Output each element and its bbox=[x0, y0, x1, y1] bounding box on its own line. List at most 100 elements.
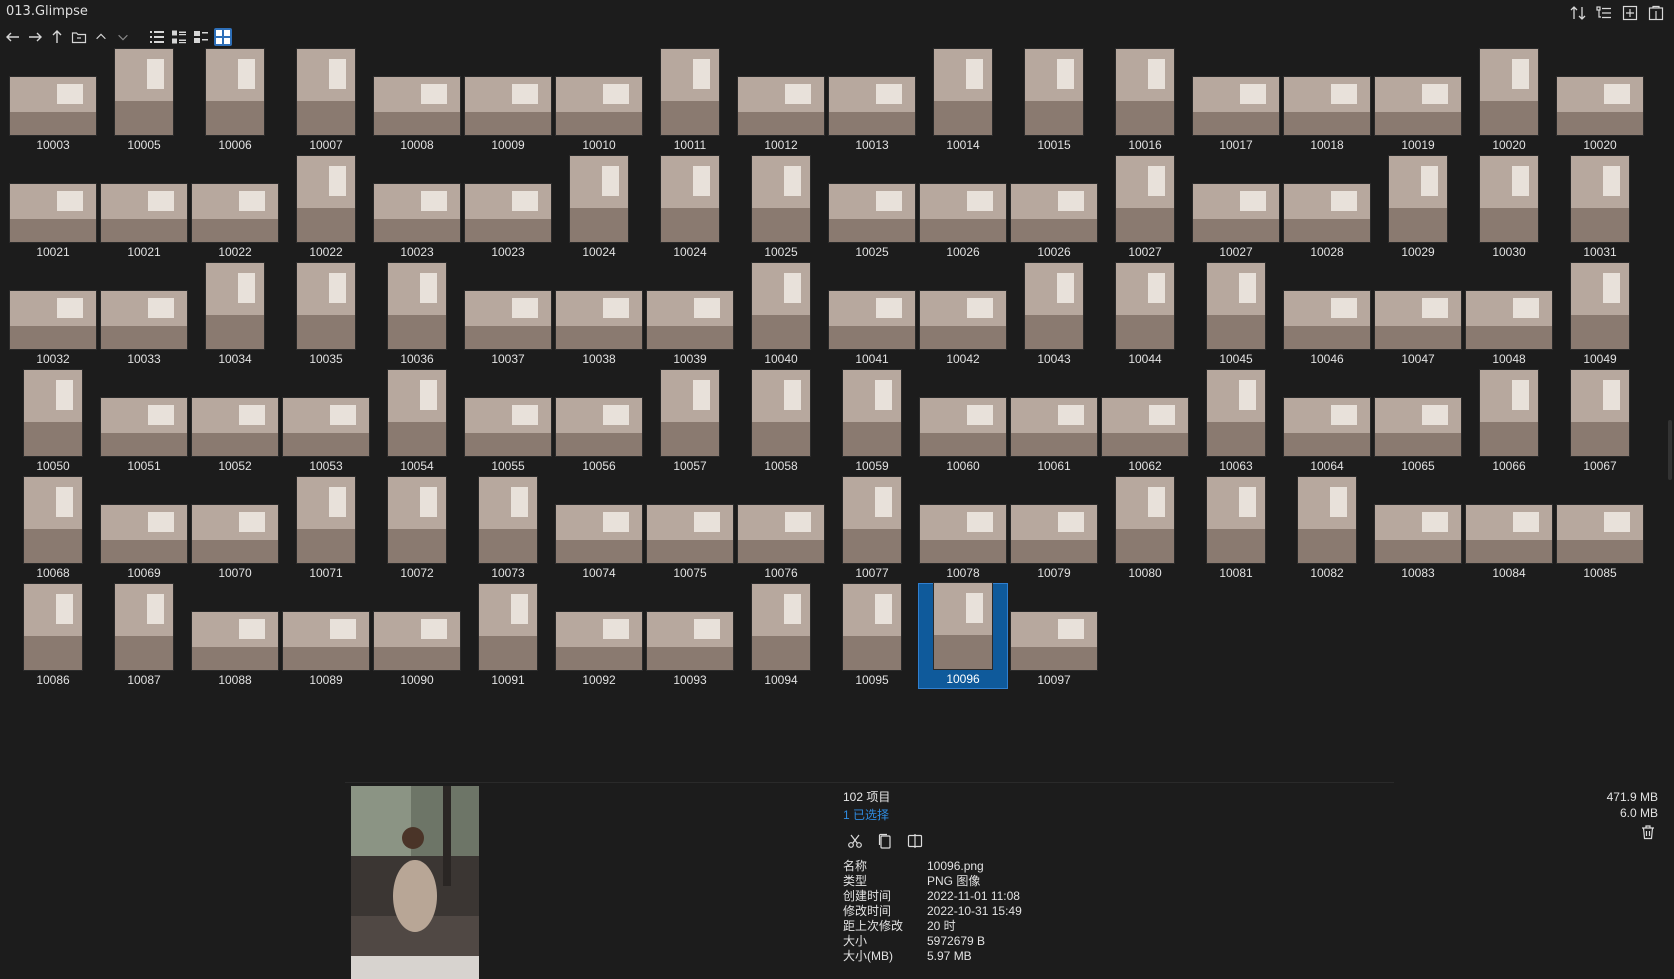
chevron-up-icon[interactable] bbox=[92, 28, 110, 46]
file-thumbnail[interactable]: 10020 bbox=[1464, 48, 1554, 154]
file-thumbnail[interactable]: 10080 bbox=[1100, 476, 1190, 582]
file-thumbnail[interactable]: 10077 bbox=[827, 476, 917, 582]
file-thumbnail[interactable]: 10010 bbox=[554, 48, 644, 154]
panel-icon[interactable] bbox=[1648, 5, 1664, 21]
file-thumbnail[interactable]: 10024 bbox=[645, 155, 735, 261]
file-thumbnail[interactable]: 10096 bbox=[918, 582, 1008, 689]
file-thumbnail[interactable]: 10021 bbox=[99, 155, 189, 261]
file-thumbnail[interactable]: 10088 bbox=[190, 583, 280, 689]
copy-icon[interactable] bbox=[877, 833, 893, 849]
compare-icon[interactable] bbox=[907, 833, 923, 849]
file-thumbnail[interactable]: 10034 bbox=[190, 262, 280, 368]
file-thumbnail[interactable]: 10012 bbox=[736, 48, 826, 154]
file-thumbnail[interactable]: 10074 bbox=[554, 476, 644, 582]
file-thumbnail[interactable]: 10097 bbox=[1009, 583, 1099, 689]
file-thumbnail[interactable]: 10081 bbox=[1191, 476, 1281, 582]
file-thumbnail[interactable]: 10005 bbox=[99, 48, 189, 154]
file-thumbnail[interactable]: 10059 bbox=[827, 369, 917, 475]
file-thumbnail[interactable]: 10037 bbox=[463, 262, 553, 368]
file-thumbnail[interactable]: 10045 bbox=[1191, 262, 1281, 368]
file-thumbnail[interactable]: 10073 bbox=[463, 476, 553, 582]
file-thumbnail[interactable]: 10092 bbox=[554, 583, 644, 689]
file-thumbnail[interactable]: 10066 bbox=[1464, 369, 1554, 475]
file-thumbnail[interactable]: 10025 bbox=[827, 155, 917, 261]
file-thumbnail[interactable]: 10009 bbox=[463, 48, 553, 154]
scrollbar[interactable] bbox=[1668, 420, 1672, 480]
chevron-down-icon[interactable] bbox=[114, 28, 132, 46]
tree-icon[interactable] bbox=[1596, 5, 1612, 21]
file-thumbnail[interactable]: 10016 bbox=[1100, 48, 1190, 154]
file-thumbnail[interactable]: 10055 bbox=[463, 369, 553, 475]
file-thumbnail[interactable]: 10051 bbox=[99, 369, 189, 475]
file-thumbnail[interactable]: 10011 bbox=[645, 48, 735, 154]
file-thumbnail[interactable]: 10025 bbox=[736, 155, 826, 261]
file-thumbnail[interactable]: 10070 bbox=[190, 476, 280, 582]
file-thumbnail[interactable]: 10032 bbox=[8, 262, 98, 368]
file-thumbnail[interactable]: 10026 bbox=[1009, 155, 1099, 261]
file-thumbnail[interactable]: 10036 bbox=[372, 262, 462, 368]
file-thumbnail[interactable]: 10038 bbox=[554, 262, 644, 368]
file-thumbnail[interactable]: 10048 bbox=[1464, 262, 1554, 368]
file-thumbnail[interactable]: 10024 bbox=[554, 155, 644, 261]
file-thumbnail[interactable]: 10068 bbox=[8, 476, 98, 582]
file-thumbnail[interactable]: 10069 bbox=[99, 476, 189, 582]
list-view-icon[interactable] bbox=[148, 28, 166, 46]
file-thumbnail[interactable]: 10094 bbox=[736, 583, 826, 689]
file-thumbnail[interactable]: 10031 bbox=[1555, 155, 1645, 261]
file-thumbnail[interactable]: 10064 bbox=[1282, 369, 1372, 475]
file-thumbnail[interactable]: 10003 bbox=[8, 48, 98, 154]
file-thumbnail[interactable]: 10042 bbox=[918, 262, 1008, 368]
file-thumbnail[interactable]: 10054 bbox=[372, 369, 462, 475]
file-thumbnail[interactable]: 10087 bbox=[99, 583, 189, 689]
new-tab-icon[interactable] bbox=[1622, 5, 1638, 21]
sort-icon[interactable] bbox=[1570, 5, 1586, 21]
file-thumbnail[interactable]: 10020 bbox=[1555, 48, 1645, 154]
file-thumbnail[interactable]: 10067 bbox=[1555, 369, 1645, 475]
file-thumbnail[interactable]: 10086 bbox=[8, 583, 98, 689]
file-thumbnail[interactable]: 10072 bbox=[372, 476, 462, 582]
file-thumbnail[interactable]: 10019 bbox=[1373, 48, 1463, 154]
file-thumbnail[interactable]: 10033 bbox=[99, 262, 189, 368]
file-thumbnail[interactable]: 10050 bbox=[8, 369, 98, 475]
file-thumbnail[interactable]: 10085 bbox=[1555, 476, 1645, 582]
file-thumbnail[interactable]: 10046 bbox=[1282, 262, 1372, 368]
file-thumbnail[interactable]: 10071 bbox=[281, 476, 371, 582]
file-thumbnail[interactable]: 10015 bbox=[1009, 48, 1099, 154]
file-thumbnail[interactable]: 10006 bbox=[190, 48, 280, 154]
file-thumbnail[interactable]: 10052 bbox=[190, 369, 280, 475]
file-thumbnail[interactable]: 10090 bbox=[372, 583, 462, 689]
file-thumbnail[interactable]: 10093 bbox=[645, 583, 735, 689]
file-thumbnail[interactable]: 10076 bbox=[736, 476, 826, 582]
file-thumbnail[interactable]: 10007 bbox=[281, 48, 371, 154]
file-thumbnail[interactable]: 10041 bbox=[827, 262, 917, 368]
selected-count[interactable]: 1 已选择 bbox=[843, 806, 1022, 823]
file-thumbnail[interactable]: 10047 bbox=[1373, 262, 1463, 368]
file-thumbnail[interactable]: 10078 bbox=[918, 476, 1008, 582]
file-thumbnail[interactable]: 10029 bbox=[1373, 155, 1463, 261]
file-thumbnail[interactable]: 10013 bbox=[827, 48, 917, 154]
file-thumbnail[interactable]: 10023 bbox=[463, 155, 553, 261]
file-thumbnail[interactable]: 10023 bbox=[372, 155, 462, 261]
file-thumbnail[interactable]: 10044 bbox=[1100, 262, 1190, 368]
file-thumbnail[interactable]: 10056 bbox=[554, 369, 644, 475]
file-thumbnail[interactable]: 10017 bbox=[1191, 48, 1281, 154]
file-thumbnail[interactable]: 10063 bbox=[1191, 369, 1281, 475]
file-thumbnail[interactable]: 10022 bbox=[281, 155, 371, 261]
file-thumbnail[interactable]: 10089 bbox=[281, 583, 371, 689]
file-thumbnail[interactable]: 10075 bbox=[645, 476, 735, 582]
trash-icon[interactable] bbox=[1640, 824, 1656, 840]
file-thumbnail[interactable]: 10026 bbox=[918, 155, 1008, 261]
back-arrow-icon[interactable] bbox=[4, 28, 22, 46]
file-thumbnail[interactable]: 10008 bbox=[372, 48, 462, 154]
file-thumbnail[interactable]: 10035 bbox=[281, 262, 371, 368]
file-thumbnail[interactable]: 10065 bbox=[1373, 369, 1463, 475]
file-thumbnail[interactable]: 10084 bbox=[1464, 476, 1554, 582]
file-thumbnail[interactable]: 10014 bbox=[918, 48, 1008, 154]
folder-icon[interactable] bbox=[70, 28, 88, 46]
cut-icon[interactable] bbox=[847, 833, 863, 849]
file-thumbnail[interactable]: 10079 bbox=[1009, 476, 1099, 582]
file-thumbnail[interactable]: 10027 bbox=[1191, 155, 1281, 261]
file-thumbnail[interactable]: 10039 bbox=[645, 262, 735, 368]
thumbnails-view-icon[interactable] bbox=[214, 28, 232, 46]
tiles-view-icon[interactable] bbox=[192, 28, 210, 46]
